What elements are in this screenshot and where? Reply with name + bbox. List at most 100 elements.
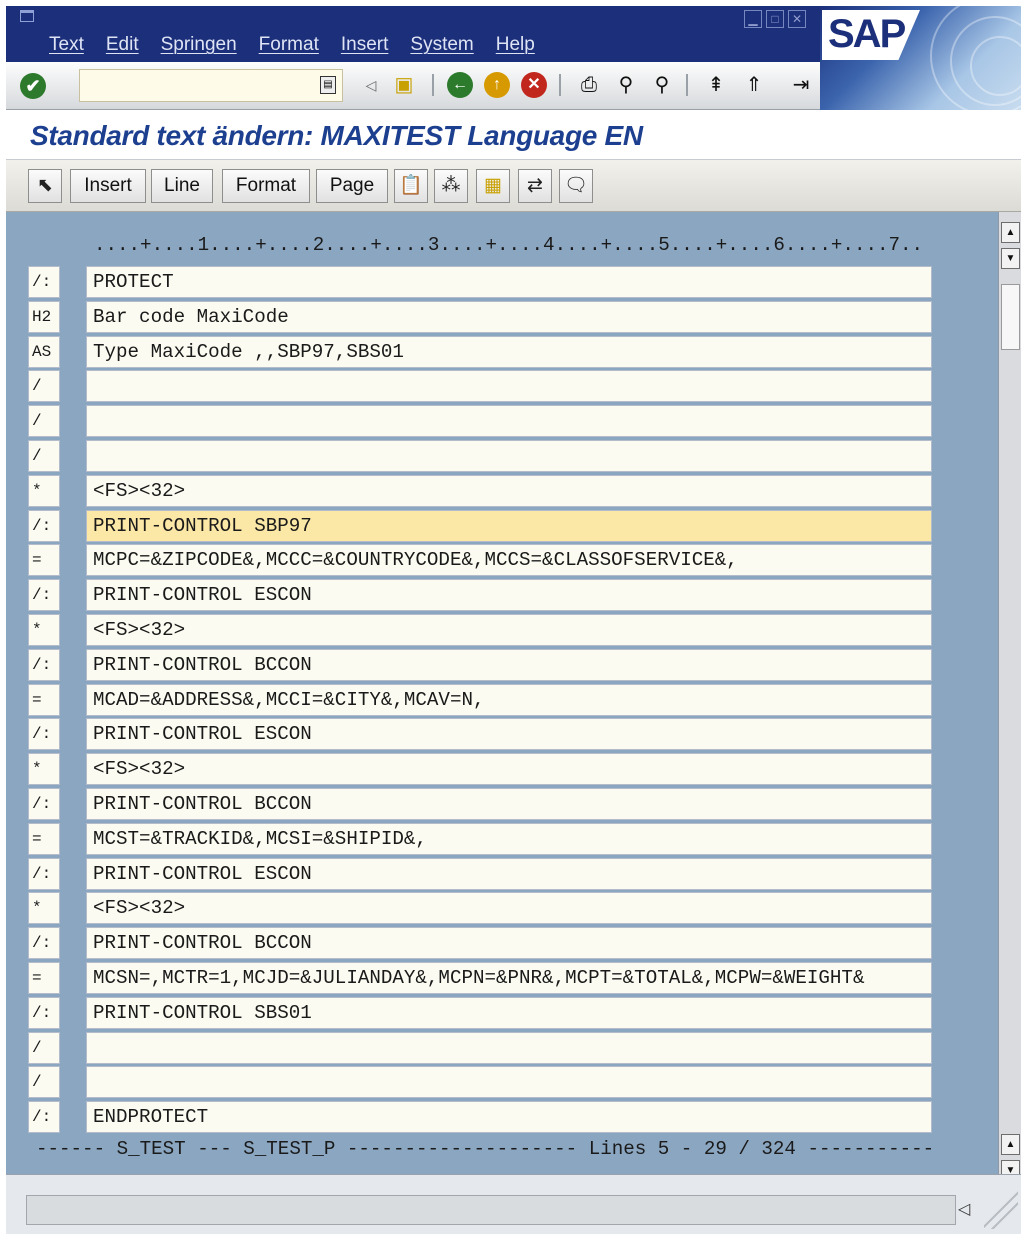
menu-help[interactable]: Help — [496, 34, 535, 56]
standard-toolbar: ✔ ▤ ◁ ▣ ← ↑ ✕ ⎙ ⚲ ⚲ ⇞ ⇑ ⇥ — [6, 62, 820, 110]
find-icon[interactable]: ⚲ — [613, 72, 639, 98]
command-history-icon[interactable]: ▤ — [320, 76, 336, 94]
menu-edit[interactable]: Edit — [106, 34, 139, 56]
paragraph-format-field[interactable]: * — [28, 475, 60, 507]
paragraph-format-field[interactable]: H2 — [28, 301, 60, 333]
minimize-icon[interactable]: ▁ — [744, 10, 762, 28]
paragraph-format-field[interactable]: * — [28, 892, 60, 924]
title-bar: Standard text ändern: MAXITEST Language … — [6, 110, 1021, 160]
line-text-field[interactable]: PRINT-CONTROL BCCON — [86, 649, 932, 681]
menu-insert[interactable]: Insert — [341, 34, 389, 56]
exit-icon[interactable]: ↑ — [484, 72, 510, 98]
column-ruler: ....+....1....+....2....+....3....+....4… — [94, 234, 924, 256]
line-text-field[interactable] — [86, 405, 932, 437]
clipboard-icon[interactable]: 📋 — [394, 169, 428, 203]
line-text-field[interactable]: <FS><32> — [86, 892, 932, 924]
paragraph-format-field[interactable]: /: — [28, 788, 60, 820]
line-text-field[interactable]: PRINT-CONTROL ESCON — [86, 579, 932, 611]
line-text-field[interactable]: <FS><32> — [86, 475, 932, 507]
paragraph-format-field[interactable]: /: — [28, 579, 60, 611]
line-text-field[interactable]: ENDPROTECT — [86, 1101, 932, 1133]
resize-grip-icon[interactable] — [984, 1187, 1018, 1229]
line-text-field[interactable]: PROTECT — [86, 266, 932, 298]
paragraph-format-field[interactable]: /: — [28, 858, 60, 890]
line-text-field[interactable] — [86, 1032, 932, 1064]
scroll-up-icon[interactable]: ▲ — [1001, 222, 1020, 243]
menu-text[interactable]: Text — [49, 34, 84, 56]
line-text-field[interactable]: PRINT-CONTROL ESCON — [86, 858, 932, 890]
line-text-field[interactable]: MCSN=,MCTR=1,MCJD=&JULIANDAY&,MCPN=&PNR&… — [86, 962, 932, 994]
paragraph-format-field[interactable]: / — [28, 370, 60, 402]
paragraph-format-field[interactable]: = — [28, 544, 60, 576]
sap-logo-mark: SAP — [822, 10, 920, 60]
back-arrow-icon[interactable]: ◁ — [358, 72, 384, 98]
paragraph-format-field[interactable]: /: — [28, 649, 60, 681]
comment-icon[interactable]: 🗨 — [559, 169, 593, 203]
command-input[interactable] — [80, 70, 310, 101]
menu-springen[interactable]: Springen — [161, 34, 237, 56]
paste-icon[interactable]: ▦ — [476, 169, 510, 203]
paragraph-format-field[interactable]: / — [28, 405, 60, 437]
next-page-icon[interactable]: ⇥ — [788, 72, 814, 98]
line-text-field[interactable]: Bar code MaxiCode — [86, 301, 932, 333]
line-text-field[interactable]: PRINT-CONTROL SBP97 — [86, 510, 932, 542]
paragraph-format-field[interactable]: * — [28, 614, 60, 646]
sap-logo: SAP — [820, 6, 1021, 110]
menu-system[interactable]: System — [410, 34, 473, 56]
line-text-field[interactable] — [86, 1066, 932, 1098]
previous-page-icon[interactable]: ⇑ — [741, 72, 767, 98]
paragraph-format-field[interactable]: / — [28, 1066, 60, 1098]
cancel-icon[interactable]: ✕ — [521, 72, 547, 98]
close-icon[interactable]: ✕ — [788, 10, 806, 28]
move-icon[interactable]: ⇄ — [518, 169, 552, 203]
save-icon[interactable]: ▣ — [391, 72, 417, 98]
structure-icon[interactable]: ⁂ — [434, 169, 468, 203]
status-bar: ◁ — [6, 1174, 1021, 1234]
line-text-field[interactable]: MCAD=&ADDRESS&,MCCI=&CITY&,MCAV=N, — [86, 684, 932, 716]
page-up-icon[interactable]: ▲ — [1001, 1134, 1020, 1155]
back-icon[interactable]: ← — [447, 72, 473, 98]
line-button[interactable]: Line — [151, 169, 213, 203]
paragraph-format-field[interactable]: /: — [28, 1101, 60, 1133]
line-text-field[interactable]: <FS><32> — [86, 614, 932, 646]
insert-button[interactable]: Insert — [70, 169, 146, 203]
line-text-field[interactable] — [86, 370, 932, 402]
page-button[interactable]: Page — [316, 169, 388, 203]
paragraph-format-field[interactable]: /: — [28, 927, 60, 959]
paragraph-format-field[interactable]: = — [28, 823, 60, 855]
enter-check-icon[interactable]: ✔ — [20, 73, 46, 99]
paragraph-format-field[interactable]: /: — [28, 718, 60, 750]
line-text-field[interactable]: PRINT-CONTROL ESCON — [86, 718, 932, 750]
line-text-field[interactable]: PRINT-CONTROL BCCON — [86, 927, 932, 959]
line-text-field[interactable]: MCST=&TRACKID&,MCSI=&SHIPID&, — [86, 823, 932, 855]
find-next-icon[interactable]: ⚲ — [649, 72, 675, 98]
command-field: ▤ — [79, 69, 343, 102]
format-button[interactable]: Format — [222, 169, 310, 203]
paragraph-format-field[interactable]: /: — [28, 510, 60, 542]
paragraph-format-field[interactable]: = — [28, 684, 60, 716]
line-text-field[interactable]: PRINT-CONTROL SBS01 — [86, 997, 932, 1029]
paragraph-format-field[interactable]: * — [28, 753, 60, 785]
line-text-field[interactable]: Type MaxiCode ,,SBP97,SBS01 — [86, 336, 932, 368]
paragraph-format-field[interactable]: AS — [28, 336, 60, 368]
line-text-field[interactable] — [86, 440, 932, 472]
expand-status-icon[interactable]: ◁ — [958, 1199, 970, 1219]
window-menu-icon[interactable] — [20, 10, 34, 22]
maximize-icon[interactable]: □ — [766, 10, 784, 28]
line-text-field[interactable]: MCPC=&ZIPCODE&,MCCC=&COUNTRYCODE&,MCCS=&… — [86, 544, 932, 576]
paragraph-format-field[interactable]: / — [28, 440, 60, 472]
line-text-field[interactable]: PRINT-CONTROL BCCON — [86, 788, 932, 820]
paragraph-format-field[interactable]: = — [28, 962, 60, 994]
scroll-down-icon[interactable]: ▼ — [1001, 248, 1020, 269]
line-text-field[interactable]: <FS><32> — [86, 753, 932, 785]
paragraph-format-field[interactable]: / — [28, 1032, 60, 1064]
vertical-scrollbar[interactable]: ▲ ▼ ▲ ▼ — [998, 212, 1021, 1190]
toolbar-separator — [432, 74, 434, 96]
paragraph-format-field[interactable]: /: — [28, 997, 60, 1029]
first-page-icon[interactable]: ⇞ — [703, 72, 729, 98]
menu-format[interactable]: Format — [259, 34, 319, 56]
print-icon[interactable]: ⎙ — [576, 72, 602, 98]
scrollbar-thumb[interactable] — [1001, 284, 1020, 350]
select-cursor-icon[interactable]: ⬉ — [28, 169, 62, 203]
paragraph-format-field[interactable]: /: — [28, 266, 60, 298]
